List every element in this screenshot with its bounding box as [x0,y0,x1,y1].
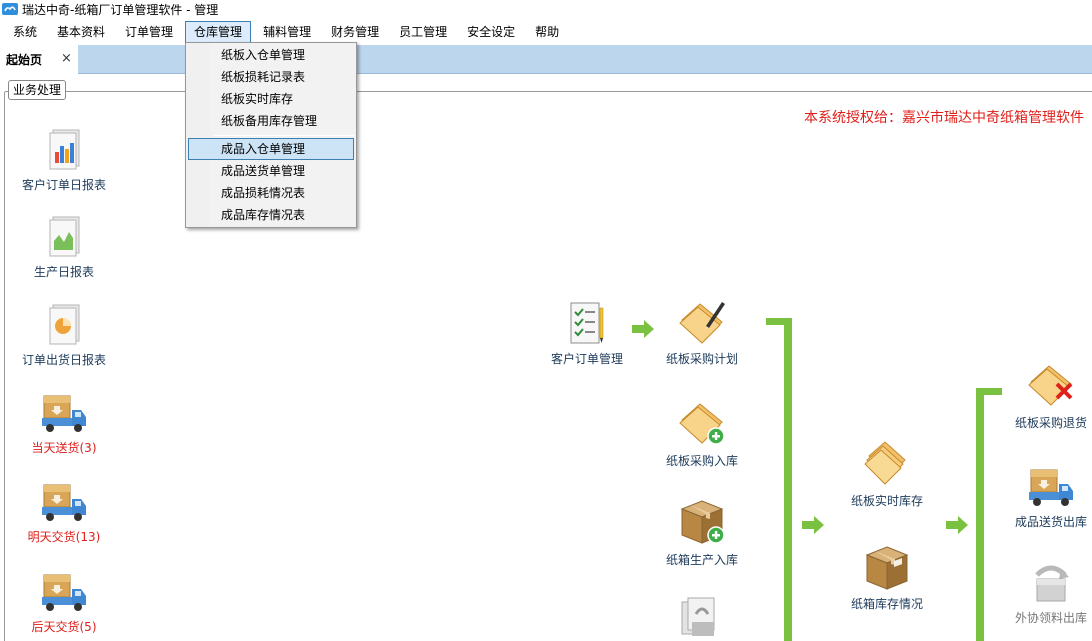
checklist-icon [570,302,604,344]
menu-accessories[interactable]: 辅料管理 [255,21,319,43]
tile-box-production-in[interactable]: 纸箱生产入库 [647,497,757,568]
group-label: 业务处理 [8,80,67,100]
tile-label: 当天送货(3) [31,441,97,455]
tile-deliver-today[interactable]: 当天送货(3) [9,393,119,456]
menu-item-product-delivery-order[interactable]: 成品送货单管理 [188,160,354,182]
tile-box-stock[interactable]: 纸箱库存情况 [832,543,942,612]
warehouse-dropdown-menu: 纸板入仓单管理 纸板损耗记录表 纸板实时库存 纸板备用库存管理 成品入仓单管理 … [185,42,357,228]
tile-label: 外协领料出库 [1014,611,1087,625]
flow-arrow-icon [946,516,968,534]
tile-board-realtime-stock[interactable]: 纸板实时库存 [832,436,942,509]
delivery-truck-icon [1029,469,1073,506]
flow-line [976,388,984,641]
tile-order-shipping-daily[interactable]: 订单出货日报表 [9,303,119,368]
tile-deliver-day-after[interactable]: 后天交货(5) [9,572,119,635]
tile-deliver-tomorrow[interactable]: 明天交货(13) [9,482,119,545]
menu-system[interactable]: 系统 [5,21,45,43]
window-title: 瑞达中奇-纸箱厂订单管理软件 - 管理 [22,2,219,17]
tile-label: 后天交货(5) [31,620,97,634]
tile-customer-order-manage[interactable]: 客户订单管理 [532,300,642,367]
tab-strip: 起始页 × [0,45,1092,74]
tile-product-delivery-out[interactable]: 成品送货出库 [996,467,1092,530]
tile-outsource-material-out[interactable]: 外协领料出库 [996,559,1092,626]
outsource-icon [1035,565,1069,602]
menu-order[interactable]: 订单管理 [117,21,181,43]
tab-start-page[interactable]: 起始页 × [0,45,78,74]
tile-production-daily[interactable]: 生产日报表 [9,215,119,280]
tile-board-purchase-return[interactable]: 纸板采购退货 [996,360,1092,431]
menu-item-product-stock[interactable]: 成品库存情况表 [188,204,354,226]
tile-label: 纸箱生产入库 [665,553,738,567]
tab-label: 起始页 [6,53,43,67]
report-area-icon [49,216,80,257]
close-icon[interactable]: × [61,51,72,66]
menu-staff[interactable]: 员工管理 [391,21,455,43]
flow-arrow-icon [802,516,824,534]
tile-label: 订单出货日报表 [21,353,106,367]
menu-security[interactable]: 安全设定 [459,21,523,43]
menu-help[interactable]: 帮助 [527,21,567,43]
tile-customer-order-daily[interactable]: 客户订单日报表 [9,128,119,193]
tile-label: 客户订单日报表 [21,178,106,192]
tile-label: 生产日报表 [33,265,94,279]
tile-label: 明天交货(13) [27,530,101,544]
tile-board-purchase-in[interactable]: 纸板采购入库 [647,398,757,469]
menu-item-board-loss-record[interactable]: 纸板损耗记录表 [188,66,354,88]
tile-label: 纸板采购退货 [1014,416,1087,430]
delivery-truck-icon [42,574,86,611]
menu-bar: 系统 基本资料 订单管理 仓库管理 辅料管理 财务管理 员工管理 安全设定 帮助 [0,20,1092,44]
tile-label: 成品送货出库 [1014,515,1087,529]
tile-board-purchase-plan[interactable]: 纸板采购计划 [647,296,757,367]
menu-item-product-loss[interactable]: 成品损耗情况表 [188,182,354,204]
tile-label: 纸板采购计划 [665,352,738,366]
license-text: 本系统授权给：嘉兴市瑞达中奇纸箱管理软件 [804,110,1084,126]
box-icon [865,546,909,590]
delivery-truck-icon [42,395,86,432]
menu-item-board-spare-stock[interactable]: 纸板备用库存管理 [188,110,354,132]
paper-add-icon [679,403,725,445]
menu-separator [214,135,354,136]
tile-label: 客户订单管理 [550,352,623,366]
flow-line [784,318,792,641]
tile-label: 纸箱库存情况 [850,597,923,611]
tile-label: 纸板实时库存 [850,494,923,508]
menu-item-board-in-order[interactable]: 纸板入仓单管理 [188,44,354,66]
menu-item-board-realtime-stock[interactable]: 纸板实时库存 [188,88,354,110]
delivery-truck-icon [42,484,86,521]
menu-basic-data[interactable]: 基本资料 [49,21,113,43]
menu-item-product-in-order[interactable]: 成品入仓单管理 [188,138,354,160]
menu-finance[interactable]: 财务管理 [323,21,387,43]
app-logo-icon [2,3,18,15]
paper-pen-icon [679,302,725,344]
paper-stack-icon [864,441,906,485]
partial-tile-icon [681,597,715,636]
paper-cancel-icon [1028,365,1073,406]
report-chart-icon [49,129,80,170]
report-pie-icon [49,304,80,345]
tile-label: 纸板采购入库 [665,454,738,468]
box-add-icon [680,500,725,544]
menu-warehouse[interactable]: 仓库管理 [185,21,252,43]
title-bar: 瑞达中奇-纸箱厂订单管理软件 - 管理 [0,0,1092,18]
